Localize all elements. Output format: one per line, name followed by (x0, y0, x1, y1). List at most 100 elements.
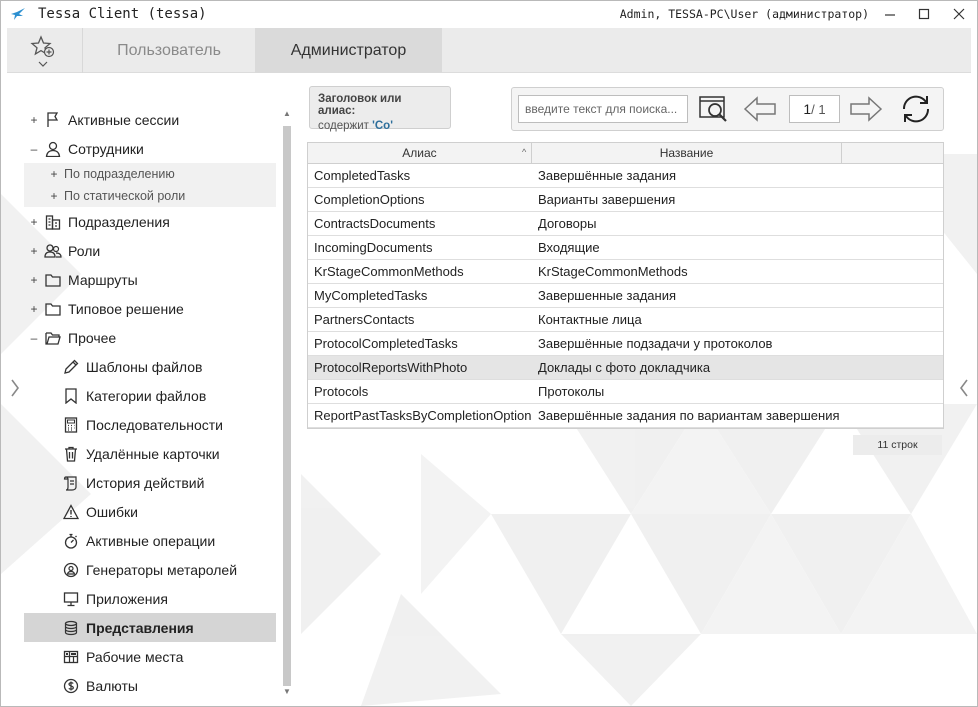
star-add-icon (30, 34, 55, 57)
close-button[interactable] (941, 1, 977, 27)
active-filter[interactable]: Заголовок или алиас: содержит 'Co' (309, 86, 451, 132)
cell-alias: IncomingDocuments (314, 240, 433, 255)
cell-name: Завершённые задания (538, 168, 676, 183)
refresh-button[interactable] (896, 92, 936, 126)
tree-item-action-history[interactable]: История действий (24, 468, 276, 497)
flag-icon (44, 111, 62, 129)
cell-alias: MyCompletedTasks (314, 288, 428, 303)
table-row[interactable]: Protocols Протоколы (308, 380, 943, 404)
collapse-icon[interactable]: – (24, 142, 44, 156)
tree-item-label: Прочее (68, 329, 117, 346)
table-row[interactable]: PartnersContacts Контактные лица (308, 308, 943, 332)
tree-item-employees[interactable]: – Сотрудники (24, 134, 276, 163)
tree-item-currencies[interactable]: Валюты (24, 671, 276, 700)
filter-title: Заголовок или алиас: (318, 93, 402, 117)
cell-name: Завершённые подзадачи у протоколов (538, 336, 773, 351)
tab-user[interactable]: Пользователь (82, 28, 255, 73)
tree-item-label: По подразделению (64, 167, 175, 181)
page-indicator[interactable]: 1 / 1 (789, 95, 840, 123)
cell-alias: KrStageCommonMethods (314, 264, 464, 279)
dollar-icon (62, 677, 80, 695)
tree-scrollbar[interactable]: ▲ ▼ (281, 109, 293, 699)
tree-item-other[interactable]: – Прочее (24, 323, 276, 352)
tab-administrator[interactable]: Администратор (255, 28, 442, 73)
column-header-alias[interactable]: Алиас (308, 143, 532, 164)
filter-condition: содержит 'Co' (318, 120, 442, 132)
tree-item-deleted-cards[interactable]: Удалённые карточки (24, 439, 276, 468)
tree-item-active-sessions[interactable]: + Активные сессии (24, 105, 276, 134)
search-panel: 1 / 1 (511, 87, 944, 131)
scrollbar-thumb[interactable] (283, 126, 291, 686)
trash-icon (62, 445, 80, 463)
advanced-search-button[interactable] (696, 92, 732, 126)
tree-item-label: Валюты (86, 677, 138, 694)
favorites-button[interactable] (7, 28, 79, 73)
expand-icon[interactable]: + (44, 167, 64, 181)
collapse-left-panel-button[interactable] (9, 373, 21, 403)
cell-name: Завершенные задания (538, 288, 676, 303)
tree-item-routes[interactable]: + Маршруты (24, 265, 276, 294)
maximize-button[interactable] (907, 1, 941, 27)
tree-item-label: Представления (86, 619, 194, 636)
person-icon (44, 140, 62, 158)
folder-icon (44, 300, 62, 318)
table-row[interactable]: ReportPastTasksByCompletionOption Завершё… (308, 404, 943, 428)
previous-page-button[interactable] (742, 92, 778, 126)
table-row[interactable]: MyCompletedTasks Завершенные задания (308, 284, 943, 308)
tree-item-file-categories[interactable]: Категории файлов (24, 381, 276, 410)
tree-item-label: Шаблоны файлов (86, 358, 203, 375)
table-row[interactable]: CompletionOptions Варианты завершения (308, 188, 943, 212)
next-page-button[interactable] (848, 92, 884, 126)
search-input[interactable] (518, 95, 688, 123)
cell-alias: ContractsDocuments (314, 216, 436, 231)
tree-item-label: Приложения (86, 590, 168, 607)
table-row[interactable]: CompletedTasks Завершённые задания (308, 164, 943, 188)
arrow-left-icon (743, 96, 776, 122)
sort-ascending-icon: ^ (522, 147, 527, 157)
column-header-name[interactable]: Название (532, 143, 842, 164)
tree-item-departments[interactable]: + Подразделения (24, 207, 276, 236)
table-row[interactable]: ContractsDocuments Договоры (308, 212, 943, 236)
total-pages: / 1 (811, 101, 826, 117)
table-row[interactable]: ProtocolReportsWithPhoto Доклады с фото д… (308, 356, 943, 380)
scroll-down-arrow-icon[interactable]: ▼ (281, 687, 293, 699)
expand-icon[interactable]: + (24, 273, 44, 287)
tree-item-label: Удалённые карточки (86, 445, 220, 462)
tree-item-errors[interactable]: Ошибки (24, 497, 276, 526)
tree-item-file-templates[interactable]: Шаблоны файлов (24, 352, 276, 381)
database-icon (62, 619, 80, 637)
cell-name: Варианты завершения (538, 192, 676, 207)
warning-icon (62, 503, 80, 521)
collapse-icon[interactable]: – (24, 331, 44, 345)
tessa-logo-icon (8, 4, 28, 24)
tree-item-typical-solution[interactable]: + Типовое решение (24, 294, 276, 323)
tree-item-active-operations[interactable]: Активные операции (24, 526, 276, 555)
navigation-tree: + Активные сессии – Сотрудники + По подр… (24, 103, 276, 703)
collapse-right-panel-button[interactable] (958, 373, 970, 403)
expand-icon[interactable]: + (24, 302, 44, 316)
tree-item-metarole-generators[interactable]: Генераторы метаролей (24, 555, 276, 584)
expand-icon[interactable]: + (44, 189, 64, 203)
cell-name: Доклады с фото докладчика (538, 360, 711, 375)
expand-icon[interactable]: + (24, 244, 44, 258)
cell-alias: Protocols (314, 384, 369, 399)
monitor-icon (62, 590, 80, 608)
tree-item-sequences[interactable]: Последовательности (24, 410, 276, 439)
tree-item-by-department[interactable]: + По подразделению (24, 163, 276, 185)
table-row[interactable]: ProtocolCompletedTasks Завершённые подзад… (308, 332, 943, 356)
minimize-button[interactable] (873, 1, 907, 27)
tree-item-by-static-role[interactable]: + По статической роли (24, 185, 276, 207)
scroll-up-arrow-icon[interactable]: ▲ (281, 109, 293, 121)
chevron-right-icon (11, 379, 19, 397)
table-header: Алиас ^ Название (308, 143, 943, 164)
tree-item-roles[interactable]: + Роли (24, 236, 276, 265)
tree-item-views[interactable]: Представления (24, 613, 276, 642)
tree-item-workplaces[interactable]: Рабочие места (24, 642, 276, 671)
expand-icon[interactable]: + (24, 215, 44, 229)
cell-alias: ProtocolReportsWithPhoto (314, 360, 468, 375)
table-row[interactable]: IncomingDocuments Входящие (308, 236, 943, 260)
tree-item-applications[interactable]: Приложения (24, 584, 276, 613)
expand-icon[interactable]: + (24, 113, 44, 127)
table-row[interactable]: KrStageCommonMethods KrStageCommonMethods (308, 260, 943, 284)
search-window-icon (699, 96, 727, 122)
